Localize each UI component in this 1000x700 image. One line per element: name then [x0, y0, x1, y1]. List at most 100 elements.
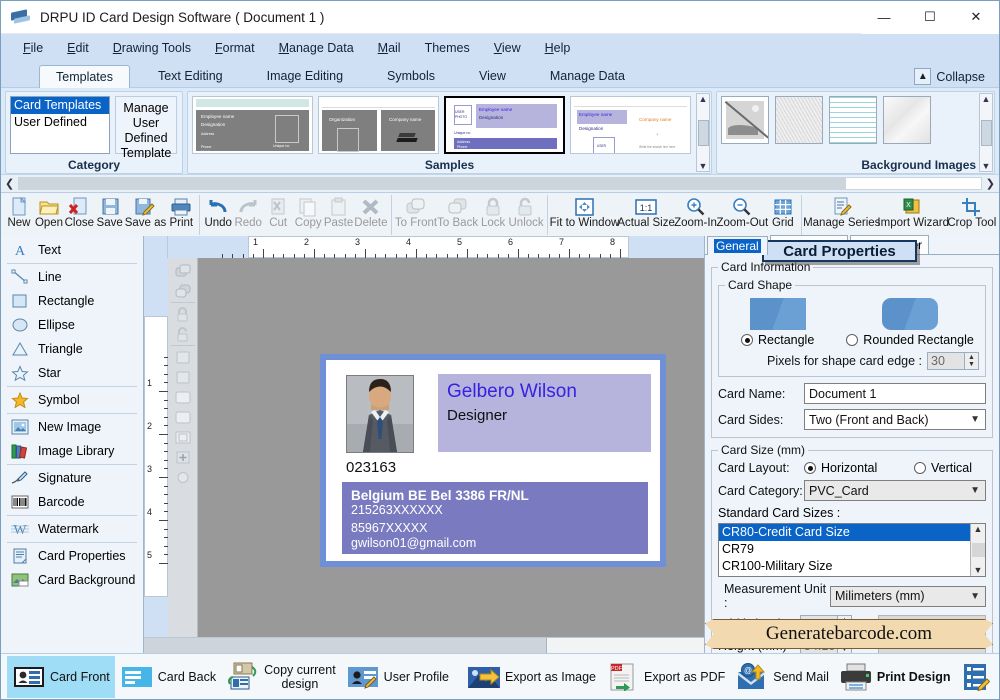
- card-info-line-3[interactable]: 85967XXXXX: [351, 521, 648, 536]
- category-listbox[interactable]: Card Templates User Defined: [10, 96, 110, 154]
- bottom-export-as-image[interactable]: Export as Image: [462, 656, 601, 698]
- toolbar-save[interactable]: Save: [95, 195, 125, 230]
- measurement-unit-select[interactable]: Milimeters (mm) ▼: [830, 585, 986, 607]
- bg-scroll-thumb[interactable]: [980, 119, 992, 146]
- edge-pixels-stepper[interactable]: ▲▼: [927, 352, 979, 370]
- maximize-button[interactable]: ☐: [907, 1, 953, 34]
- radio-rectangle[interactable]: [741, 334, 753, 346]
- menu-view[interactable]: View: [482, 37, 533, 59]
- bg-scroll-up-icon[interactable]: ▲: [982, 94, 991, 104]
- align-middle-icon[interactable]: [172, 427, 194, 447]
- size-option-cr79[interactable]: CR79: [719, 541, 985, 558]
- toolbar-fit-to-window[interactable]: Fit to Window: [550, 195, 619, 230]
- card-info-line-4[interactable]: gwilson01@gmail.com: [351, 536, 648, 551]
- ribbon-tab-manage-data[interactable]: Manage Data: [534, 65, 641, 87]
- sizes-scroll-up-icon[interactable]: ▲: [974, 524, 983, 535]
- menu-mail[interactable]: Mail: [366, 37, 413, 59]
- card-name-input[interactable]: [804, 383, 986, 404]
- align-lock-icon[interactable]: [172, 304, 194, 324]
- toolbar-save-as[interactable]: Save as: [125, 195, 167, 230]
- tool-card-background[interactable]: Card Background: [1, 568, 143, 592]
- align-center-icon[interactable]: [172, 367, 194, 387]
- toolbar-cut[interactable]: Cut: [263, 195, 293, 230]
- toolbar-to-back[interactable]: To Back: [437, 195, 478, 230]
- category-item-card-templates[interactable]: Card Templates: [11, 97, 109, 114]
- standard-card-sizes-listbox[interactable]: CR80-Credit Card Size CR79 CR100-Militar…: [718, 523, 986, 577]
- tool-line[interactable]: Line: [1, 265, 143, 289]
- radio-rounded-rectangle[interactable]: [846, 334, 859, 346]
- bottom-card-front[interactable]: Card Front: [7, 655, 115, 698]
- collapse-ribbon[interactable]: ▲ Collapse: [914, 68, 999, 87]
- tab-general[interactable]: General: [707, 236, 768, 255]
- align-unlock-icon[interactable]: [172, 324, 194, 344]
- toolbar-actual-size[interactable]: 1:1 Actual Size: [617, 195, 675, 230]
- card-designation[interactable]: Designer: [447, 407, 507, 424]
- ribbon-scroll-left-icon[interactable]: ❮: [5, 177, 14, 190]
- manage-user-defined-template-button[interactable]: Manage User Defined Template: [115, 96, 177, 158]
- sizes-scrollbar[interactable]: ▲ ▼: [970, 524, 985, 576]
- background-scrollbar[interactable]: ▲ ▼: [979, 93, 993, 172]
- menu-edit[interactable]: Edit: [55, 37, 101, 59]
- sample-template-2[interactable]: Organization Company name: [317, 96, 439, 154]
- sample-template-4[interactable]: Employee name Designation Company name U…: [570, 96, 691, 154]
- edge-pixels-arrows-icon[interactable]: ▲ ▼: [964, 353, 978, 369]
- menu-manage-data[interactable]: Manage Data: [267, 37, 366, 59]
- bottom-print-design[interactable]: Print Design: [834, 656, 956, 698]
- ribbon-horizontal-scrollbar[interactable]: ❮ ❯: [1, 174, 999, 192]
- sample-template-3-selected[interactable]: USER PHOTO Employee name Designation Uni…: [443, 96, 566, 154]
- radio-horizontal[interactable]: [804, 462, 816, 474]
- toolbar-delete[interactable]: Delete: [354, 195, 388, 230]
- bottom-send-mail[interactable]: @ Send Mail: [730, 656, 834, 698]
- toolbar-grid[interactable]: Grid: [768, 195, 798, 230]
- ribbon-tab-image-editing[interactable]: Image Editing: [251, 65, 359, 87]
- bg-thumb-grid[interactable]: [829, 96, 877, 144]
- tool-watermark[interactable]: W Watermark: [1, 517, 143, 541]
- align-top-icon[interactable]: [172, 407, 194, 427]
- tool-image-library[interactable]: Image Library: [1, 439, 143, 463]
- sample-template-1[interactable]: Employee name Designation Address Phone …: [192, 96, 313, 154]
- bg-thumb-paper[interactable]: [883, 96, 931, 144]
- toolbar-new[interactable]: New: [4, 195, 34, 230]
- toolbar-redo[interactable]: Redo: [233, 195, 263, 230]
- size-option-cr100[interactable]: CR100-Military Size: [719, 558, 985, 575]
- category-item-user-defined[interactable]: User Defined: [11, 114, 109, 131]
- align-distribute-icon[interactable]: [172, 447, 194, 467]
- tool-barcode[interactable]: Barcode: [1, 490, 143, 514]
- card-sides-select[interactable]: Two (Front and Back) ▼: [804, 409, 986, 430]
- toolbar-manage-series[interactable]: Manage Series: [803, 195, 880, 230]
- toolbar-open[interactable]: Open: [34, 195, 64, 230]
- align-send-backward-icon[interactable]: [172, 281, 194, 301]
- menu-file[interactable]: File: [11, 37, 55, 59]
- minimize-button[interactable]: —: [861, 1, 907, 34]
- toolbar-close[interactable]: Close: [64, 195, 95, 230]
- tool-card-properties[interactable]: Card Properties: [1, 544, 143, 568]
- bottom-copy-current-design[interactable]: Copy current design: [221, 656, 341, 698]
- tool-triangle[interactable]: Triangle: [1, 337, 143, 361]
- tool-signature[interactable]: Signature: [1, 466, 143, 490]
- design-canvas[interactable]: 023163 Gelbero Wilson Designer Belgium B…: [198, 258, 704, 637]
- toolbar-lock[interactable]: Lock: [478, 195, 508, 230]
- card-id-number[interactable]: 023163: [346, 459, 396, 476]
- size-option-cr80[interactable]: CR80-Credit Card Size: [719, 524, 985, 541]
- tool-new-image[interactable]: New Image: [1, 415, 143, 439]
- toolbar-unlock[interactable]: Unlock: [508, 195, 544, 230]
- samples-scroll-thumb[interactable]: [697, 119, 709, 146]
- bg-thumb-no-preview[interactable]: [721, 96, 769, 144]
- toolbar-zoom-out[interactable]: Zoom-Out: [716, 195, 768, 230]
- toolbar-paste[interactable]: Paste: [323, 195, 354, 230]
- ribbon-scroll-track[interactable]: [18, 177, 982, 190]
- canvas-scroll-thumb[interactable]: [144, 638, 548, 653]
- bottom-card-back[interactable]: Card Back: [115, 656, 221, 698]
- samples-scroll-up-icon[interactable]: ▲: [699, 94, 708, 104]
- menu-drawing-tools[interactable]: Drawing Tools: [101, 37, 203, 59]
- card-employee-name[interactable]: Gelbero Wilson: [447, 381, 577, 403]
- bottom-export-as-pdf[interactable]: PDF Export as PDF: [601, 656, 730, 698]
- align-right-icon[interactable]: [172, 387, 194, 407]
- samples-scrollbar[interactable]: ▲ ▼: [696, 93, 710, 172]
- toolbar-copy[interactable]: Copy: [293, 195, 323, 230]
- card-info-line-2[interactable]: 215263XXXXXX: [351, 503, 648, 518]
- toolbar-to-front[interactable]: To Front: [395, 195, 437, 230]
- radio-vertical[interactable]: [914, 462, 926, 474]
- id-card[interactable]: 023163 Gelbero Wilson Designer Belgium B…: [320, 354, 666, 567]
- ribbon-tab-symbols[interactable]: Symbols: [371, 65, 451, 87]
